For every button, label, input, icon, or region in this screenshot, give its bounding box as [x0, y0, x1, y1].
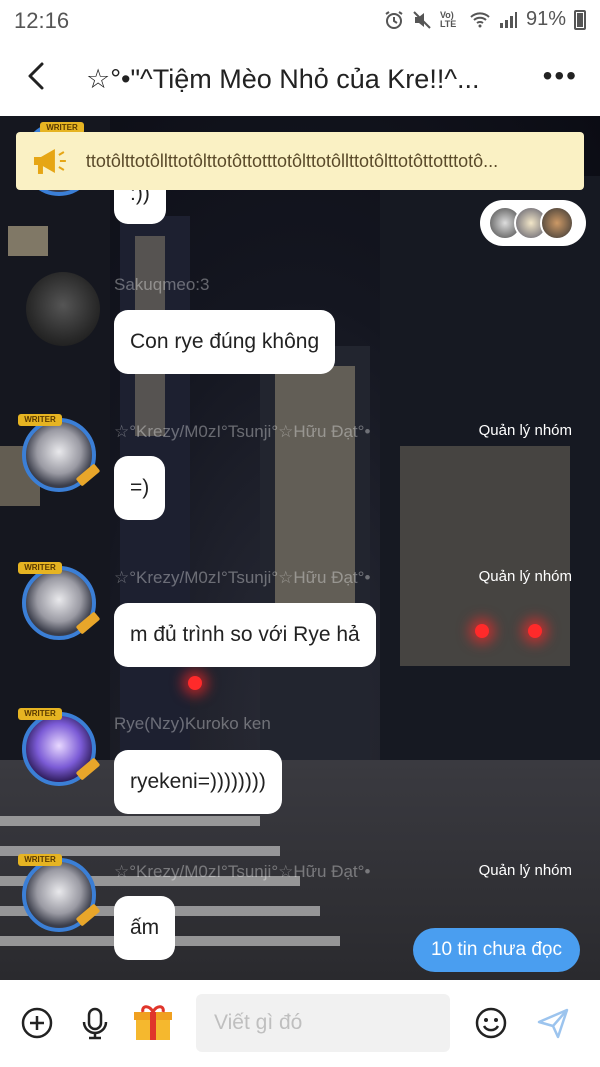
message-input[interactable]	[196, 994, 450, 1052]
microphone-icon[interactable]	[78, 1006, 112, 1040]
sender-name: ☆°Krezy/M0zI°Tsunji°☆Hữu Đạt°•	[114, 862, 371, 881]
megaphone-icon	[33, 149, 66, 174]
online-members[interactable]	[480, 200, 586, 246]
sender-name: Sakuqmeo:3	[114, 275, 210, 294]
signal-icon	[499, 11, 517, 28]
gift-icon[interactable]	[132, 1002, 174, 1044]
writer-badge: WRITER	[18, 708, 62, 720]
message-bubble[interactable]: Con rye đúng không	[114, 310, 336, 374]
sender-name: ☆°Krezy/M0zI°Tsunji°☆Hữu Đạt°•	[114, 422, 371, 441]
background-crosswalk-stripe	[0, 816, 260, 826]
announcement-bar[interactable]: ttotôlttotôllttotôlttotôttotttotôlttotôl…	[16, 132, 584, 190]
send-icon[interactable]	[536, 1006, 570, 1040]
background-window	[8, 226, 48, 256]
writer-badge: WRITER	[18, 854, 62, 866]
background-traffic-light	[528, 624, 542, 638]
background-traffic-light	[188, 676, 202, 690]
role-label: Quản lý nhóm	[478, 422, 572, 439]
emoji-icon[interactable]	[474, 1006, 508, 1040]
message-bubble[interactable]: ryekeni=))))))))	[114, 750, 282, 814]
back-arrow-icon[interactable]	[20, 58, 56, 94]
status-time: 12:16	[14, 8, 70, 33]
writer-badge: WRITER	[18, 562, 62, 574]
chat-title[interactable]: ☆°•"^Tiệm Mèo Nhỏ của Kre!!^...	[86, 64, 526, 95]
unread-messages-button[interactable]: 10 tin chưa đọc	[412, 928, 580, 972]
background-traffic-light	[475, 624, 489, 638]
status-bar: 12:16 Vo) LTE 91%	[0, 0, 600, 40]
online-avatar	[540, 206, 574, 240]
wifi-icon	[470, 11, 490, 27]
sender-name: Rye(Nzy)Kuroko ken	[114, 714, 271, 733]
sender-avatar[interactable]	[26, 272, 100, 346]
message-input-bar	[0, 980, 600, 1067]
role-label: Quản lý nhóm	[478, 568, 572, 585]
add-icon[interactable]	[20, 1006, 54, 1040]
battery-icon	[574, 9, 586, 30]
announcement-text: ttotôlttotôllttotôlttotôttotttotôlttotôl…	[85, 150, 499, 171]
writer-badge: WRITER	[18, 414, 62, 426]
message-bubble[interactable]: =)	[114, 456, 166, 520]
sender-name: ☆°Krezy/M0zI°Tsunji°☆Hữu Đạt°•	[114, 568, 371, 587]
network-label: Vo) LTE	[439, 9, 457, 29]
status-icons: Vo) LTE 91%	[384, 8, 586, 31]
more-options-icon[interactable]: •••	[543, 60, 578, 92]
battery-percent: 91%	[525, 8, 566, 30]
chat-header: ☆°•"^Tiệm Mèo Nhỏ của Kre!!^... •••	[0, 40, 600, 116]
alarm-icon	[385, 10, 403, 29]
message-bubble[interactable]: ấm	[114, 896, 176, 960]
message-bubble[interactable]: m đủ trình so với Rye hả	[114, 603, 376, 667]
mute-icon	[413, 10, 431, 29]
role-label: Quản lý nhóm	[478, 862, 572, 879]
